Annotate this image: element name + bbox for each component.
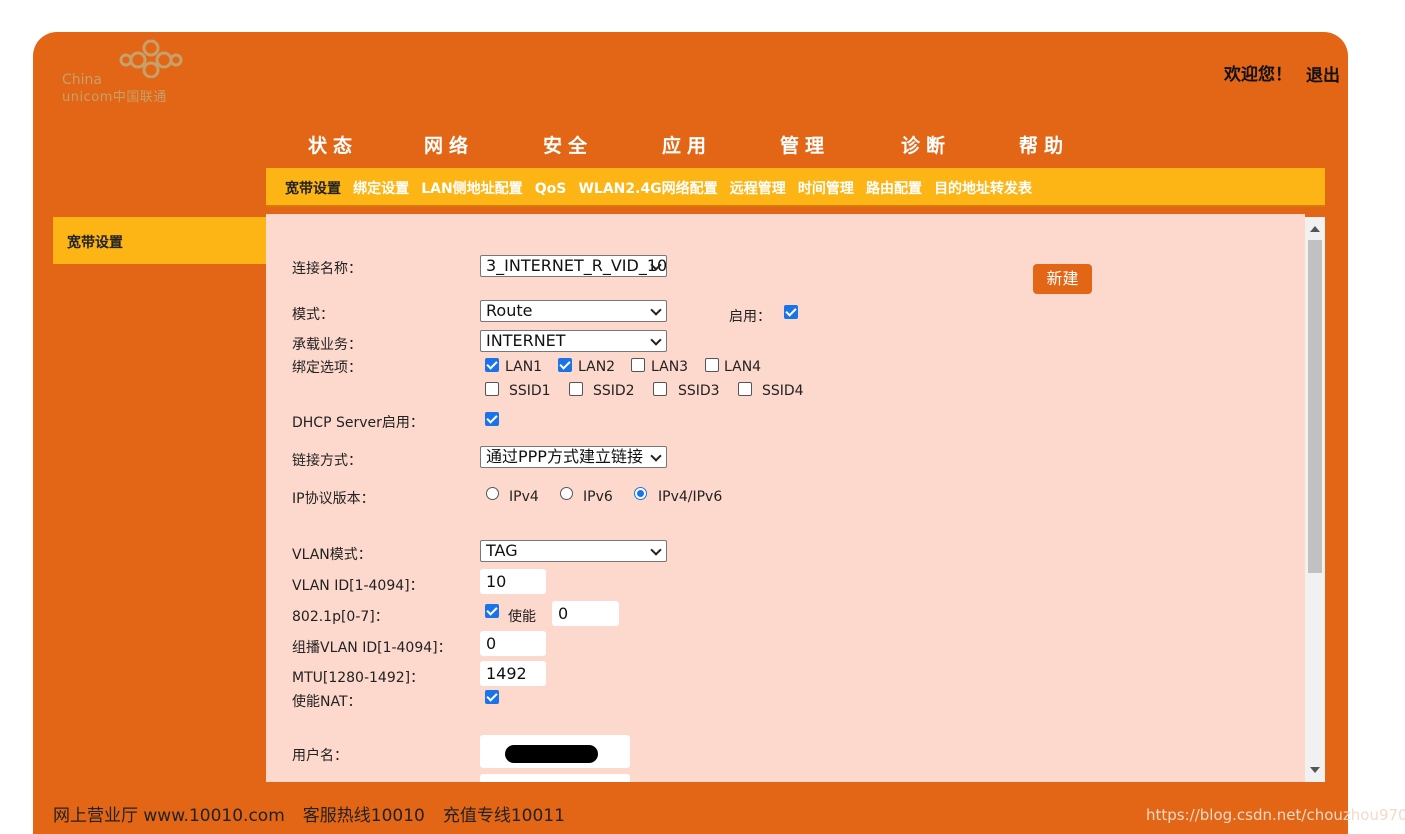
scroll-down-icon[interactable] xyxy=(1310,767,1320,773)
connection-name-value: 3_INTERNET_R_VID_10 xyxy=(486,256,667,275)
subnav-remote[interactable]: 远程管理 xyxy=(730,181,786,197)
subnav-forward-table[interactable]: 目的地址转发表 xyxy=(934,181,1032,197)
mode-value: Route xyxy=(486,301,533,320)
subnav-lan-address[interactable]: LAN侧地址配置 xyxy=(421,181,522,197)
sidebar-item-label: 宽带设置 xyxy=(67,235,123,251)
ipv4-ipv6-radio[interactable] xyxy=(634,487,647,500)
nav-help[interactable]: 帮助 xyxy=(1019,131,1069,158)
nav-status[interactable]: 状态 xyxy=(308,131,358,158)
chevron-down-icon xyxy=(650,334,662,346)
lan3-checkbox[interactable] xyxy=(631,358,645,372)
vlan-id-label: VLAN ID[1-4094]： xyxy=(292,578,424,594)
lan2-label: LAN2 xyxy=(578,359,616,375)
enable-checkbox[interactable] xyxy=(784,305,798,319)
nav-management[interactable]: 管理 xyxy=(780,131,830,158)
logo-text-unicom: unicom中国联通 xyxy=(62,90,167,105)
footer-online-hall: 网上营业厅 www.10010.com xyxy=(53,806,285,826)
lan4-label: LAN4 xyxy=(724,359,762,375)
subnav-wlan[interactable]: WLAN2.4G网络配置 xyxy=(578,181,717,197)
p8021-label: 802.1p[0-7]： xyxy=(292,609,389,625)
multicast-vlan-input[interactable]: 0 xyxy=(480,631,546,656)
nav-security[interactable]: 安全 xyxy=(543,131,593,158)
knot-logo-icon xyxy=(119,39,183,78)
vlan-mode-label: VLAN模式： xyxy=(292,547,372,563)
chevron-down-icon xyxy=(650,450,662,462)
vlan-id-input[interactable]: 10 xyxy=(480,569,546,594)
bind-label: 绑定选项： xyxy=(292,360,362,376)
ip-version-label: IP协议版本： xyxy=(292,491,375,507)
content-panel xyxy=(266,214,1305,782)
ipv4-radio[interactable] xyxy=(486,487,499,500)
welcome-text: 欢迎您！ xyxy=(1224,65,1292,85)
password-input[interactable] xyxy=(480,774,630,782)
username-label: 用户名： xyxy=(292,748,348,764)
connection-name-label: 连接名称： xyxy=(292,261,362,277)
enable-label: 启用： xyxy=(729,309,771,325)
ssid3-label: SSID3 xyxy=(678,383,720,399)
footer-hotline: 客服热线10010 xyxy=(302,806,425,826)
scroll-up-icon[interactable] xyxy=(1310,226,1320,232)
footer-recharge: 充值专线10011 xyxy=(442,806,565,826)
ipv4-label: IPv4 xyxy=(509,489,539,505)
ipv4-ipv6-label: IPv4/IPv6 xyxy=(658,489,723,505)
p8021-input[interactable]: 0 xyxy=(552,601,619,626)
unicom-logo: China unicom中国联通 xyxy=(60,36,190,106)
lan4-checkbox[interactable] xyxy=(705,358,719,372)
ssid4-checkbox[interactable] xyxy=(738,382,752,396)
lan3-label: LAN3 xyxy=(651,359,689,375)
sidebar-item-broadband[interactable]: 宽带设置 xyxy=(53,217,266,264)
subnav-qos[interactable]: QoS xyxy=(535,181,567,197)
redaction-mark xyxy=(505,745,598,763)
main-nav: 状态 网络 安全 应用 管理 诊断 帮助 xyxy=(0,131,1405,157)
multicast-vlan-label: 组播VLAN ID[1-4094]： xyxy=(292,640,452,656)
ssid4-label: SSID4 xyxy=(762,383,804,399)
dhcp-label: DHCP Server启用： xyxy=(292,415,424,431)
ipv6-label: IPv6 xyxy=(583,489,613,505)
service-value: INTERNET xyxy=(486,331,566,350)
dhcp-checkbox[interactable] xyxy=(485,412,499,426)
sub-nav: 宽带设置 绑定设置 LAN侧地址配置 QoS WLAN2.4G网络配置 远程管理… xyxy=(266,168,1325,207)
lan2-checkbox[interactable] xyxy=(558,358,572,372)
subnav-broadband[interactable]: 宽带设置 xyxy=(285,181,341,197)
link-select[interactable]: 通过PPP方式建立链接 xyxy=(480,446,667,468)
mode-label: 模式： xyxy=(292,307,334,323)
p8021-checkbox[interactable] xyxy=(485,604,499,618)
ssid2-checkbox[interactable] xyxy=(569,382,583,396)
subnav-time[interactable]: 时间管理 xyxy=(798,181,854,197)
ipv6-radio[interactable] xyxy=(560,487,573,500)
ssid1-label: SSID1 xyxy=(509,383,551,399)
ssid2-label: SSID2 xyxy=(593,383,635,399)
watermark: https://blog.csdn.net/chouzhou9701 xyxy=(1146,806,1405,824)
scroll-thumb[interactable] xyxy=(1308,240,1322,573)
nat-label: 使能NAT： xyxy=(292,694,362,710)
connection-name-select[interactable]: 3_INTERNET_R_VID_10 xyxy=(480,255,667,277)
vlan-mode-select[interactable]: TAG xyxy=(480,540,667,562)
subnav-route[interactable]: 路由配置 xyxy=(866,181,922,197)
scrollbar[interactable] xyxy=(1305,217,1325,782)
vlan-mode-value: TAG xyxy=(486,541,518,560)
lan1-label: LAN1 xyxy=(505,359,543,375)
lan1-checkbox[interactable] xyxy=(485,358,499,372)
link-value: 通过PPP方式建立链接 xyxy=(486,447,643,466)
nav-diagnosis[interactable]: 诊断 xyxy=(901,131,951,158)
nav-application[interactable]: 应用 xyxy=(662,131,712,158)
nat-checkbox[interactable] xyxy=(485,690,499,704)
chevron-down-icon xyxy=(650,544,662,556)
subnav-binding[interactable]: 绑定设置 xyxy=(353,181,409,197)
mtu-label: MTU[1280-1492]： xyxy=(292,670,425,686)
p8021-enable-label: 使能 xyxy=(508,609,536,625)
new-button[interactable]: 新建 xyxy=(1033,264,1092,294)
nav-network[interactable]: 网络 xyxy=(424,131,474,158)
ssid1-checkbox[interactable] xyxy=(485,382,499,396)
link-label: 链接方式： xyxy=(292,453,362,469)
chevron-down-icon xyxy=(650,304,662,316)
ssid3-checkbox[interactable] xyxy=(653,382,667,396)
logout-link[interactable]: 退出 xyxy=(1306,61,1340,86)
service-select[interactable]: INTERNET xyxy=(480,330,667,352)
mode-select[interactable]: Route xyxy=(480,300,667,322)
mtu-input[interactable]: 1492 xyxy=(480,661,546,686)
footer: 网上营业厅 www.10010.com 客服热线10010 充值专线10011 xyxy=(53,801,583,826)
service-label: 承载业务： xyxy=(292,337,362,353)
